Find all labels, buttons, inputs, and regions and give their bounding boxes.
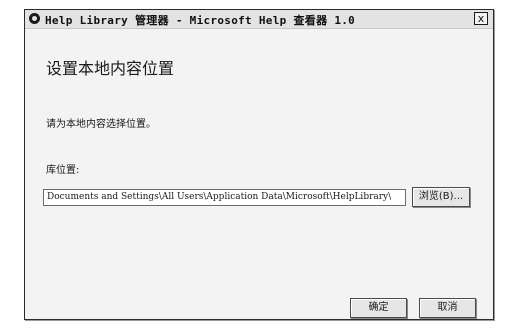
help-library-manager-window: Help Library 管理器 - Microsoft Help 查看器 1.… [24, 9, 494, 320]
app-icon [29, 13, 40, 24]
title-bar: Help Library 管理器 - Microsoft Help 查看器 1.… [25, 10, 493, 29]
screenshot-page: Help Library 管理器 - Microsoft Help 查看器 1.… [0, 0, 515, 332]
ok-button[interactable]: 确定 [350, 298, 407, 318]
window-title: Help Library 管理器 - Microsoft Help 查看器 1.… [45, 14, 356, 27]
location-label: 库位置: [46, 165, 80, 176]
location-path-input[interactable]: Documents and Settings\All Users\Applica… [43, 189, 406, 206]
browse-button[interactable]: 浏览(B)... [412, 187, 470, 207]
instruction-text: 请为本地内容选择位置。 [46, 119, 156, 130]
cancel-button[interactable]: 取消 [419, 298, 476, 318]
dialog-content: 设置本地内容位置 请为本地内容选择位置。 库位置: Documents and … [25, 29, 493, 319]
page-title: 设置本地内容位置 [46, 59, 175, 78]
close-button[interactable]: x [474, 12, 488, 25]
